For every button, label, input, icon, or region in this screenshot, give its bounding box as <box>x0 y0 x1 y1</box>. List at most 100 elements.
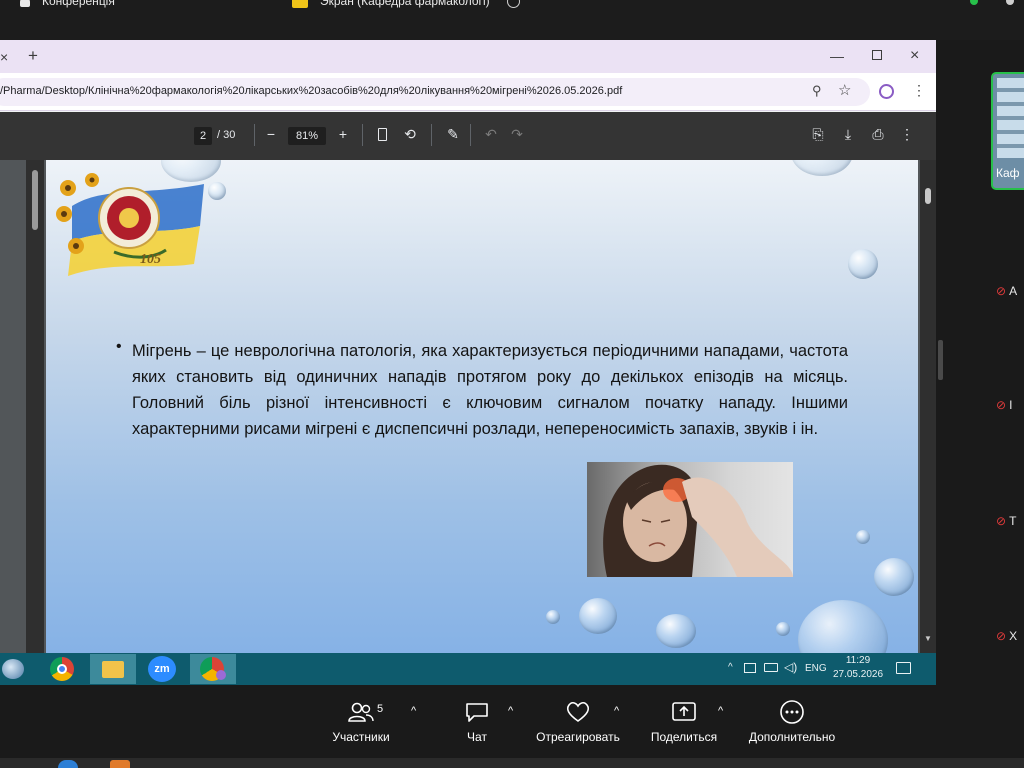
scroll-down-arrow-icon[interactable]: ▼ <box>924 634 932 643</box>
thumbnail-name-label: Каф <box>996 166 1020 180</box>
participant-tile[interactable]: ⊘ І <box>996 398 1024 412</box>
pdf-more-icon[interactable]: ⋮ <box>900 127 914 141</box>
bubble-decoration <box>798 600 888 653</box>
pdf-page-slide: 105 • Мігрень – це неврологічна патологі… <box>46 160 918 653</box>
profile-avatar-icon[interactable] <box>879 84 894 99</box>
page-number-input[interactable]: 2 <box>194 127 212 145</box>
window-control-icon[interactable] <box>1006 0 1014 5</box>
zoom-in-button[interactable]: + <box>336 127 350 141</box>
new-tab-button[interactable]: + <box>28 46 38 66</box>
chat-bubble-icon <box>466 703 488 722</box>
close-circle-icon[interactable] <box>506 0 520 9</box>
tab-conference[interactable]: Конференція <box>20 0 115 12</box>
undo-icon[interactable]: ↶ <box>484 127 498 141</box>
university-logo: 105 <box>54 166 204 276</box>
participant-tile[interactable]: ⊘ А <box>996 284 1024 298</box>
react-button[interactable]: Отреагировать <box>530 700 626 744</box>
status-green-dot-icon <box>970 0 978 5</box>
left-scroll-thumb[interactable] <box>32 170 38 230</box>
tab-screen-share-label: Экран (Кафедра фармакологі) <box>320 0 490 8</box>
participant-initial: Т <box>1009 514 1017 528</box>
bookmark-star-icon[interactable]: ☆ <box>838 81 851 99</box>
minimize-icon[interactable]: — <box>830 48 844 64</box>
redo-icon[interactable]: ↷ <box>510 127 524 141</box>
browser-tab-bar: × + — × <box>0 40 936 73</box>
host-app-icon[interactable] <box>58 760 78 768</box>
participant-initial: І <box>1009 398 1013 412</box>
panel-resize-handle[interactable] <box>938 340 943 380</box>
participant-initial: А <box>1009 284 1018 298</box>
chat-caret-icon[interactable]: ^ <box>508 705 513 717</box>
zoom-app-icon: zm <box>148 656 176 682</box>
zoom-magnifier-icon[interactable]: ⚲ <box>812 83 822 99</box>
screen-share-icon <box>292 0 308 8</box>
close-window-icon[interactable]: × <box>910 47 919 65</box>
browser-menu-icon[interactable]: ⋮ <box>912 82 926 99</box>
clock-time[interactable]: 11:29 <box>830 655 886 666</box>
muted-mic-icon: ⊘ <box>996 629 1007 643</box>
participants-side-panel: Каф ⊘ А ⊘ І ⊘ Т ⊘ Х <box>936 40 1024 685</box>
zoom-top-bar: Конференція Экран (Кафедра фармакологі) <box>0 0 1024 40</box>
taskbar-chrome-profile[interactable] <box>190 654 236 684</box>
tab-screen-share[interactable]: Экран (Кафедра фармакологі) <box>292 0 520 12</box>
close-tab-icon[interactable]: × <box>0 49 8 65</box>
bubble-decoration <box>208 182 226 200</box>
participant-tile[interactable]: ⊘ Т <box>996 514 1024 528</box>
restore-icon[interactable] <box>872 50 882 60</box>
share-screen-icon <box>672 702 696 721</box>
bubble-decoration <box>579 598 617 634</box>
participants-icon <box>348 702 374 722</box>
more-button[interactable]: Дополнительно <box>740 700 844 744</box>
participant-tile[interactable]: ⊘ Х <box>996 629 1024 643</box>
left-scroll-track <box>26 160 44 653</box>
download-icon[interactable]: ⤓ <box>840 127 856 141</box>
clock-date[interactable]: 27.05.2026 <box>830 669 886 680</box>
tray-show-hidden-icon[interactable]: ^ <box>728 662 733 673</box>
language-indicator[interactable]: ENG <box>805 663 827 674</box>
notifications-icon[interactable] <box>896 662 911 674</box>
taskbar-explorer[interactable] <box>90 654 136 684</box>
page-total-label: / 30 <box>217 129 236 141</box>
share-caret-icon[interactable]: ^ <box>718 705 723 717</box>
vertical-scrollbar[interactable]: ▼ <box>920 160 936 653</box>
logo-number: 105 <box>140 252 161 267</box>
share-button[interactable]: Поделиться <box>646 700 722 744</box>
chat-button[interactable]: Чат <box>450 700 504 744</box>
zoom-out-button[interactable]: − <box>264 127 278 141</box>
windows-taskbar: zm ^ ◁) ENG 11:29 27.05.2026 <box>0 653 936 685</box>
muted-mic-icon: ⊘ <box>996 284 1007 298</box>
browser-window: × + — × /Pharma/Desktop/Клінічна%20фарма… <box>0 40 936 653</box>
volume-icon[interactable]: ◁) <box>784 660 797 674</box>
taskbar-zoom[interactable]: zm <box>140 654 186 684</box>
participants-count-badge: 5 <box>377 703 384 715</box>
pdf-toolbar: 2 / 30 − 81% + ⟲ ✎ ↶ ↷ ⎘ ⤓ ⎙ ⋮ <box>0 112 936 160</box>
scroll-thumb[interactable] <box>925 188 931 204</box>
print-icon[interactable]: ⎙ <box>870 127 886 141</box>
save-as-icon[interactable]: ⎘ <box>810 127 826 141</box>
omnibox[interactable]: /Pharma/Desktop/Клінічна%20фармакологія%… <box>0 78 870 106</box>
zoom-meeting-toolbar: Участники 5 ^ Чат ^ Отреагировать ^ Поде… <box>0 685 1024 768</box>
host-app-icon[interactable] <box>110 760 130 768</box>
fit-page-icon[interactable] <box>378 128 387 141</box>
annotate-pen-icon[interactable]: ✎ <box>446 127 460 141</box>
participant-initial: Х <box>1009 629 1018 643</box>
bubble-decoration <box>874 558 914 596</box>
participants-label: Участники <box>332 730 390 744</box>
chrome-center-icon <box>57 664 67 674</box>
participants-caret-icon[interactable]: ^ <box>411 705 416 717</box>
taskbar-chrome[interactable] <box>40 654 86 684</box>
participants-button[interactable]: Участники <box>326 700 396 744</box>
url-text[interactable]: /Pharma/Desktop/Клінічна%20фармакологія%… <box>0 85 622 97</box>
chat-label: Чат <box>467 730 487 744</box>
toolbar-divider <box>362 124 363 146</box>
react-caret-icon[interactable]: ^ <box>614 705 619 717</box>
network-icon[interactable] <box>744 663 756 673</box>
rotate-icon[interactable]: ⟲ <box>402 127 418 141</box>
share-label: Поделиться <box>650 730 718 744</box>
active-speaker-thumbnail[interactable]: Каф <box>991 72 1024 190</box>
battery-icon[interactable] <box>764 663 778 672</box>
start-button-icon[interactable] <box>2 659 24 679</box>
zoom-level-input[interactable]: 81% <box>288 127 326 145</box>
headache-photo <box>587 462 793 577</box>
heart-icon <box>566 701 590 722</box>
